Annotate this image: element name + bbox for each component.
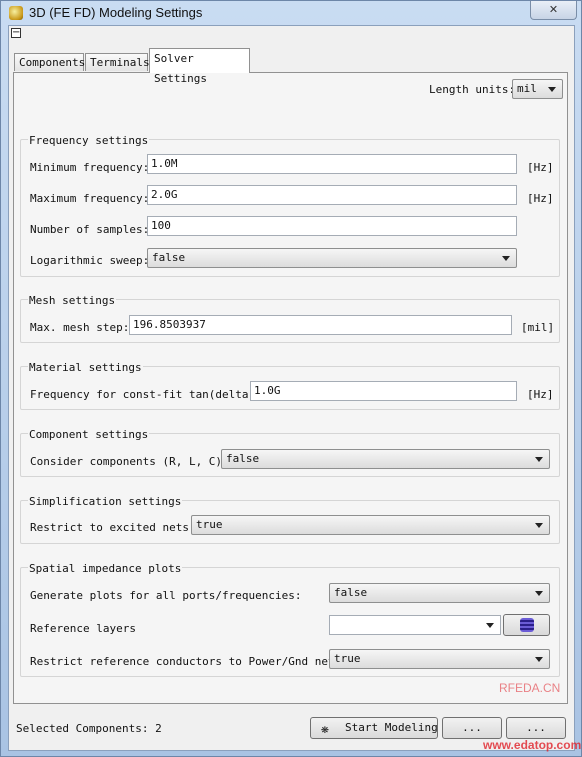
num-samples-field[interactable]: 100 (147, 216, 517, 236)
chevron-down-icon (535, 523, 543, 528)
mesh-step-unit: [mil] (521, 321, 555, 334)
consider-components-select[interactable]: false (221, 449, 550, 469)
frequency-settings-title: Frequency settings (28, 134, 150, 147)
chevron-down-icon (548, 87, 556, 92)
close-dialog-button[interactable]: ... (506, 717, 566, 739)
generate-plots-label: Generate plots for all ports/frequencies… (30, 589, 302, 602)
consider-components-label: Consider components (R, L, C): (30, 455, 229, 468)
num-samples-label: Number of samples: (30, 223, 150, 236)
tab-solver-settings[interactable]: Solver Settings (149, 48, 250, 85)
consider-components-value: false (226, 452, 260, 465)
log-sweep-value: false (152, 251, 186, 264)
tan-delta-frequency-unit: [Hz] (527, 388, 554, 401)
tan-delta-frequency-label: Frequency for const-fit tan(delta): (30, 388, 262, 401)
layer-stack-icon (520, 618, 534, 632)
dialog-window: 3D (FE FD) Modeling Settings ✕ − Compone… (0, 0, 582, 757)
max-frequency-field[interactable]: 2.0G (147, 185, 517, 205)
restrict-excited-label: Restrict to excited nets: (30, 521, 196, 534)
close-button[interactable]: ✕ (530, 1, 577, 20)
start-modeling-label: Start Modeling (345, 721, 438, 734)
title-bar: 3D (FE FD) Modeling Settings ✕ (1, 1, 581, 25)
selected-components-status: Selected Components: 2 (16, 722, 162, 735)
restrict-reference-select[interactable]: true (329, 649, 550, 669)
max-frequency-unit: [Hz] (527, 192, 554, 205)
reference-layers-label: Reference layers (30, 622, 136, 635)
reference-layers-field[interactable] (329, 615, 501, 635)
generate-plots-value: false (334, 586, 368, 599)
length-units-label: Length units: (429, 83, 516, 96)
spatial-impedance-title: Spatial impedance plots (28, 562, 183, 575)
mesh-step-field[interactable]: 196.8503937 (129, 315, 512, 335)
log-sweep-label: Logarithmic sweep: (30, 254, 150, 267)
secondary-button[interactable]: ... (442, 717, 502, 739)
log-sweep-select[interactable]: false (147, 248, 517, 268)
mesh-settings-title: Mesh settings (28, 294, 117, 307)
tab-terminals[interactable]: Terminals (85, 53, 150, 71)
reference-layers-button[interactable] (503, 614, 550, 636)
app-icon (9, 6, 23, 20)
chevron-down-icon (535, 591, 543, 596)
start-modeling-icon: ❋ (321, 722, 329, 737)
restrict-excited-select[interactable]: true (191, 515, 550, 535)
min-frequency-label: Minimum frequency: (30, 161, 150, 174)
chevron-down-icon (535, 657, 543, 662)
min-frequency-field[interactable]: 1.0M (147, 154, 517, 174)
component-settings-title: Component settings (28, 428, 150, 441)
generate-plots-select[interactable]: false (329, 583, 550, 603)
chevron-down-icon (486, 623, 494, 628)
secondary-button-label: ... (462, 721, 482, 734)
chevron-down-icon (535, 457, 543, 462)
restrict-reference-value: true (334, 652, 361, 665)
min-frequency-unit: [Hz] (527, 161, 554, 174)
restrict-reference-label: Restrict reference conductors to Power/G… (30, 655, 348, 668)
close-icon: ✕ (548, 3, 559, 16)
close-dialog-button-label: ... (526, 721, 546, 734)
max-frequency-label: Maximum frequency: (30, 192, 150, 205)
start-modeling-button[interactable]: ❋ Start Modeling (310, 717, 438, 739)
tan-delta-frequency-field[interactable]: 1.0G (250, 381, 517, 401)
length-units-select[interactable]: mil (512, 79, 563, 99)
length-units-value: mil (517, 82, 537, 95)
restrict-excited-value: true (196, 518, 223, 531)
material-settings-title: Material settings (28, 361, 143, 374)
chevron-down-icon (502, 256, 510, 261)
simplification-settings-title: Simplification settings (28, 495, 183, 508)
collapse-icon[interactable]: − (11, 28, 21, 38)
mesh-step-label: Max. mesh step: (30, 321, 130, 334)
window-title: 3D (FE FD) Modeling Settings (29, 5, 203, 20)
tab-components[interactable]: Components (14, 53, 85, 71)
